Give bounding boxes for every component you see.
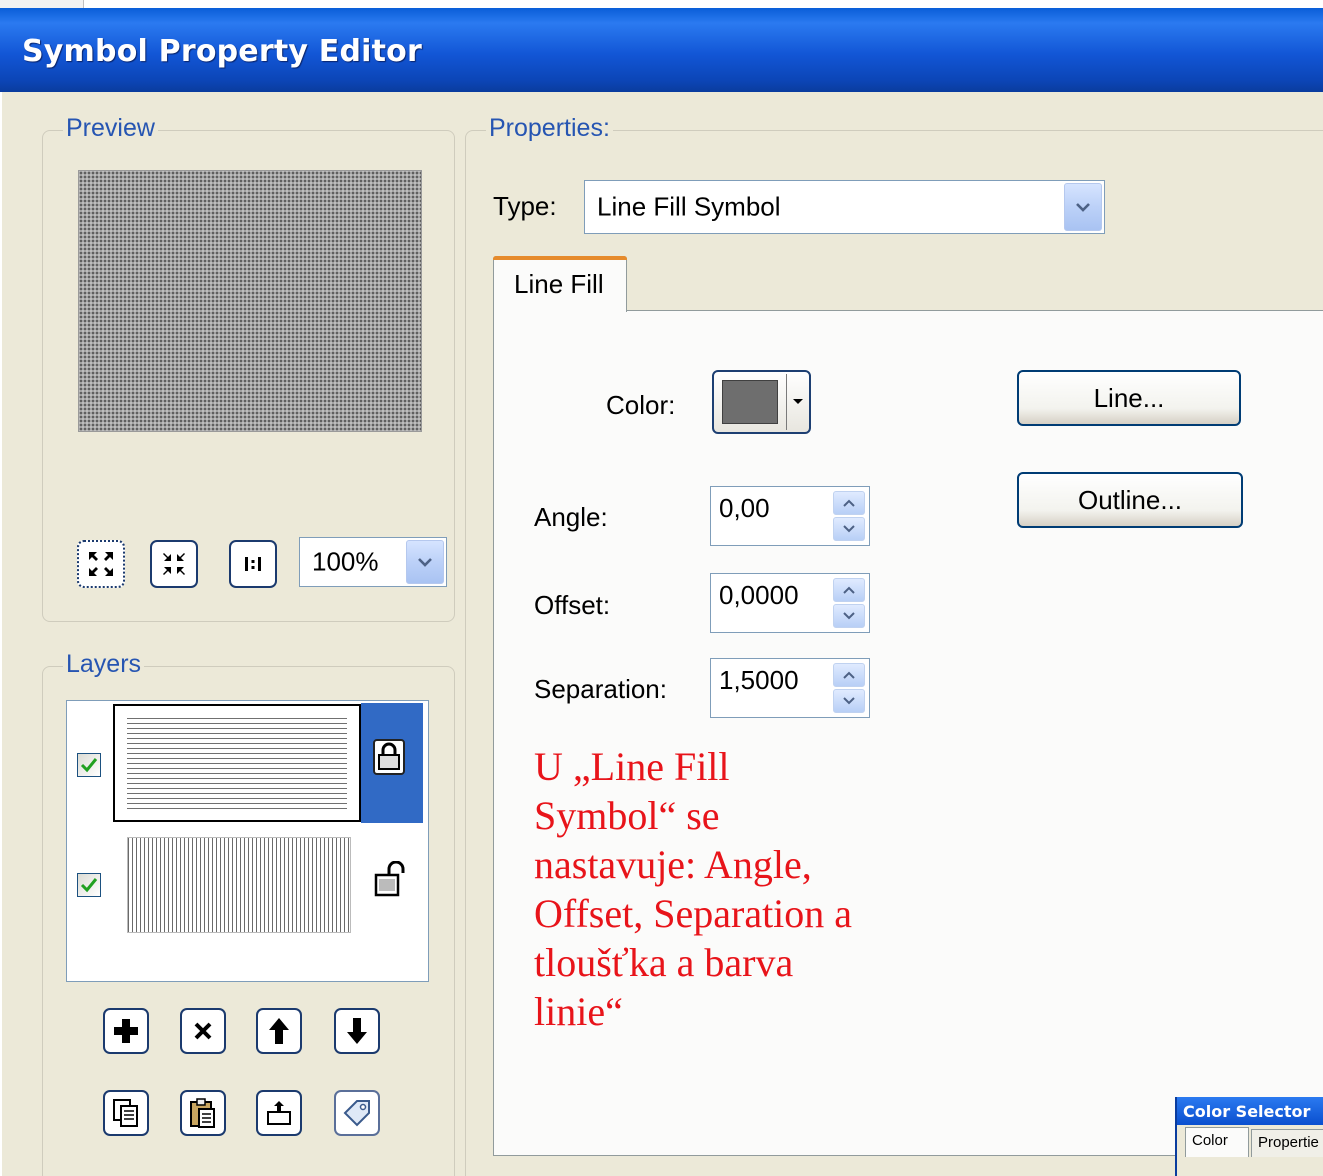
tab-properties[interactable]: Propertie bbox=[1251, 1129, 1323, 1157]
color-selector-window[interactable]: Color Selector Color Propertie bbox=[1175, 1097, 1323, 1176]
properties-group-label: Properties: bbox=[486, 114, 613, 143]
offset-value: 0,0000 bbox=[719, 580, 799, 610]
layer-thumbnail-vertical-lines[interactable] bbox=[127, 837, 351, 933]
actual-size-button[interactable] bbox=[229, 540, 277, 588]
angle-spinner[interactable]: 0,00 bbox=[710, 486, 870, 546]
zoom-value: 100% bbox=[312, 546, 379, 577]
type-select[interactable]: Line Fill Symbol bbox=[584, 180, 1105, 234]
arrow-up-icon bbox=[269, 1018, 289, 1044]
annotation-line: linie“ bbox=[534, 989, 623, 1034]
type-label: Type: bbox=[493, 191, 557, 221]
spin-up-icon[interactable] bbox=[833, 663, 865, 687]
line-button[interactable]: Line... bbox=[1017, 370, 1241, 426]
layer-visibility-checkbox[interactable] bbox=[77, 753, 101, 777]
chevron-down-icon[interactable] bbox=[1064, 183, 1102, 231]
offset-label: Offset: bbox=[534, 590, 611, 620]
layers-list[interactable] bbox=[66, 700, 429, 982]
tab-line-fill-label: Line Fill bbox=[514, 269, 604, 299]
copy-layer-button[interactable] bbox=[103, 1090, 149, 1136]
layers-group-label: Layers bbox=[63, 650, 145, 679]
color-selector-title: Color Selector bbox=[1177, 1097, 1323, 1125]
layer-visibility-checkbox[interactable] bbox=[77, 873, 101, 897]
restore-layer-button[interactable] bbox=[256, 1090, 302, 1136]
tag-icon bbox=[343, 1100, 370, 1127]
paste-layer-button[interactable] bbox=[180, 1090, 226, 1136]
lock-icon[interactable] bbox=[373, 739, 405, 775]
spin-down-icon[interactable] bbox=[833, 604, 865, 628]
remove-layer-button[interactable] bbox=[180, 1008, 226, 1054]
spin-down-icon[interactable] bbox=[833, 689, 865, 713]
check-icon bbox=[80, 758, 98, 773]
tab-color[interactable]: Color bbox=[1185, 1127, 1249, 1157]
close-icon bbox=[194, 1022, 212, 1040]
annotation-line: Offset, Separation a bbox=[534, 891, 853, 936]
symbol-tag-button[interactable] bbox=[334, 1090, 380, 1136]
color-label: Color: bbox=[606, 390, 676, 420]
annotation-line: U „Line Fill bbox=[534, 744, 730, 789]
one-to-one-icon bbox=[245, 557, 261, 571]
separation-label: Separation: bbox=[534, 674, 667, 704]
plus-icon bbox=[114, 1019, 138, 1043]
annotation-text: U „Line Fill Symbol“ se nastavuje: Angle… bbox=[534, 742, 934, 1036]
zoom-fit-button[interactable] bbox=[77, 540, 125, 588]
outline-button[interactable]: Outline... bbox=[1017, 472, 1243, 528]
expand-arrows-icon bbox=[163, 553, 185, 575]
layer-thumbnail-line-fill[interactable] bbox=[113, 704, 361, 822]
separation-spinner[interactable]: 1,5000 bbox=[710, 658, 870, 718]
unlock-icon[interactable] bbox=[373, 860, 409, 899]
arrow-down-icon bbox=[347, 1018, 367, 1044]
offset-spinner[interactable]: 0,0000 bbox=[710, 573, 870, 633]
separation-value: 1,5000 bbox=[719, 665, 799, 695]
color-swatch bbox=[722, 380, 778, 424]
copy-icon bbox=[113, 1099, 138, 1127]
move-layer-up-button[interactable] bbox=[256, 1008, 302, 1054]
annotation-line: Symbol“ se bbox=[534, 793, 720, 838]
spin-down-icon[interactable] bbox=[833, 517, 865, 541]
chevron-down-icon[interactable] bbox=[406, 540, 444, 584]
spin-up-icon[interactable] bbox=[833, 578, 865, 602]
caret-down-icon bbox=[786, 374, 787, 430]
window-title: Symbol Property Editor bbox=[22, 34, 422, 69]
add-layer-button[interactable] bbox=[103, 1008, 149, 1054]
preview-group-label: Preview bbox=[63, 114, 158, 143]
move-layer-down-button[interactable] bbox=[334, 1008, 380, 1054]
undo-icon bbox=[267, 1101, 291, 1125]
angle-value: 0,00 bbox=[719, 493, 770, 523]
shrink-arrows-icon bbox=[89, 552, 113, 576]
annotation-line: nastavuje: Angle, bbox=[534, 842, 812, 887]
tab-line-fill[interactable]: Line Fill bbox=[493, 256, 627, 312]
angle-label: Angle: bbox=[534, 502, 608, 532]
paste-icon bbox=[190, 1098, 215, 1128]
spin-up-icon[interactable] bbox=[833, 491, 865, 515]
type-value: Line Fill Symbol bbox=[597, 191, 781, 222]
annotation-line: tloušťka a barva bbox=[534, 940, 794, 985]
zoom-select[interactable]: 100% bbox=[299, 537, 447, 587]
title-bar: Symbol Property Editor bbox=[0, 8, 1323, 92]
check-icon bbox=[80, 878, 98, 893]
preview-canvas bbox=[78, 170, 422, 432]
color-picker-button[interactable] bbox=[712, 370, 811, 434]
zoom-extent-button[interactable] bbox=[150, 540, 198, 588]
